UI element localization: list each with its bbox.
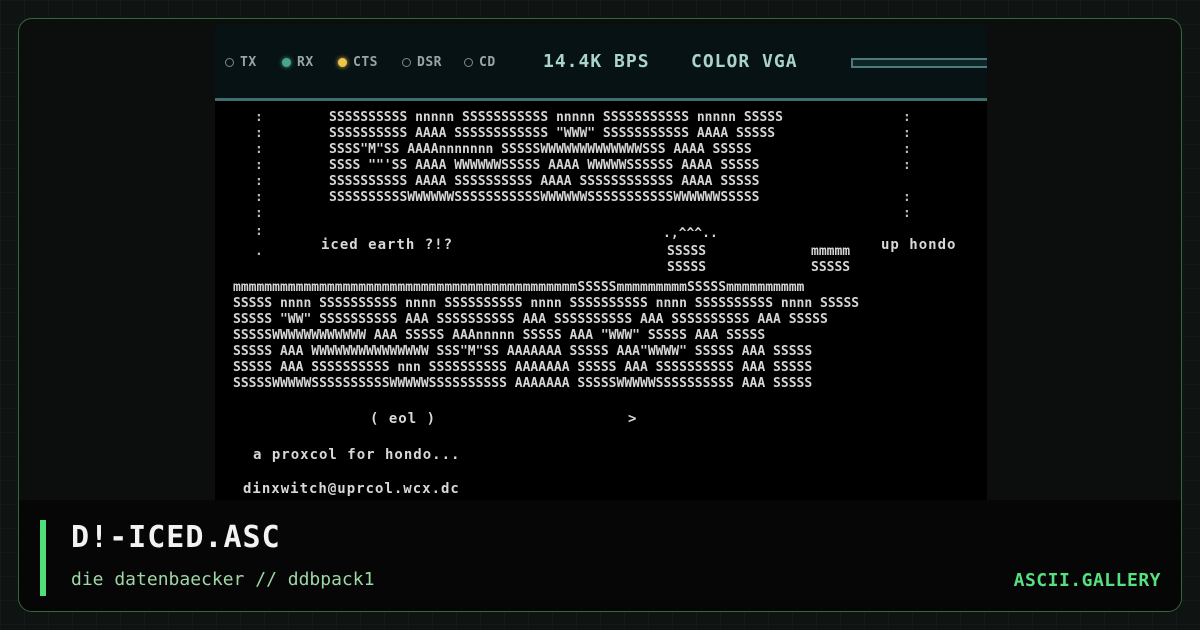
svg-text::: : (903, 142, 911, 157)
caption-text: ( eol ) (370, 411, 437, 427)
svg-text::: : (255, 126, 263, 141)
svg-text::: : (903, 110, 911, 125)
svg-text::: : (903, 190, 911, 205)
svg-text:SSSS ""'SS AAAA WWWWWWSSSSS AA: SSSS ""'SS AAAA WWWWWWSSSSS AAAA WWWWWSS… (329, 158, 760, 173)
ascii-logo-bottom: mmmmmmmmmmmmmmmmmmmmmmmmmmmmmmmmmmmmmmmm… (233, 280, 859, 391)
svg-text:.,^^^..: .,^^^.. (663, 226, 718, 241)
svg-text:.: . (255, 244, 263, 259)
svg-text:SSSSS nnnn SSSSSSSSSS nnnn SSS: SSSSS nnnn SSSSSSSSSS nnnn SSSSSSSSSS nn… (233, 296, 859, 311)
info-line-1: a proxcol for hondo... (253, 447, 461, 463)
accent-bar (40, 520, 46, 596)
svg-text:SSSSS AAA SSSSSSSSSS nnn SSSSS: SSSSS AAA SSSSSSSSSS nnn SSSSSSSSSS AAAA… (233, 360, 812, 375)
ascii-logo-top: SSSSSSSSSS nnnnn SSSSSSSSSSS nnnnn SSSSS… (255, 110, 911, 239)
svg-text:mmmmmmmmmmmmmmmmmmmmmmmmmmmmmm: mmmmmmmmmmmmmmmmmmmmmmmmmmmmmmmmmmmmmmmm… (233, 280, 805, 295)
arrow-text: > (628, 411, 638, 427)
info-line-2: dinxwitch@uprcol.wcx.dc (243, 481, 460, 497)
svg-text:SSSSSWWWWWWWWWWWW AAA SSSSS AA: SSSSSWWWWWWWWWWWW AAA SSSSS AAAnnnnn SSS… (233, 328, 765, 343)
site-brand[interactable]: ASCII.GALLERY (1014, 570, 1161, 591)
svg-text:SSSSSSSSSS AAAA SSSSSSSSSSSS ": SSSSSSSSSS AAAA SSSSSSSSSSSS "WWW" SSSSS… (329, 126, 775, 141)
artwork-subtitle: die datenbaecker // ddbpack1 (71, 569, 375, 590)
svg-text:SSSSS: SSSSS (667, 244, 706, 259)
svg-text::: : (255, 206, 263, 221)
svg-text::: : (903, 206, 911, 221)
svg-text::: : (903, 126, 911, 141)
svg-text::: : (255, 224, 263, 239)
svg-text:SSSSS: SSSSS (811, 260, 850, 275)
svg-text:mmmmm: mmmmm (811, 244, 850, 259)
ascii-art-logo: SSSSSSSSSS nnnnn SSSSSSSSSSS nnnnn SSSSS… (233, 110, 911, 391)
svg-text:SSSSS: SSSSS (667, 260, 706, 275)
svg-text:SSSSSSSSSS nnnnn SSSSSSSSSSS n: SSSSSSSSSS nnnnn SSSSSSSSSSS nnnnn SSSSS… (329, 110, 783, 125)
svg-text:SSSSSSSSSS AAAA SSSSSSSSSS AAA: SSSSSSSSSS AAAA SSSSSSSSSS AAAA SSSSSSSS… (329, 174, 760, 189)
footer-bar: D!-ICED.ASC die datenbaecker // ddbpack1… (19, 500, 1181, 611)
svg-text:SSSSSWWWWWSSSSSSSSSSWWWWWSSSSS: SSSSSWWWWWSSSSSSSSSSWWWWWSSSSSSSSSS AAAA… (233, 376, 812, 391)
svg-text::: : (255, 158, 263, 173)
svg-text::: : (255, 110, 263, 125)
svg-text:SSSSS AAA WWWWWWWWWWWWWWW SSS": SSSSS AAA WWWWWWWWWWWWWWW SSS"M"SS AAAAA… (233, 344, 812, 359)
svg-text::: : (255, 190, 263, 205)
svg-text::: : (255, 142, 263, 157)
svg-text:SSSSS "WW" SSSSSSSSSS AAA SSSS: SSSSS "WW" SSSSSSSSSS AAA SSSSSSSSSS AAA… (233, 312, 828, 327)
page-background: TX RX CTS DSR CD 14.4K BPS COLOR VGA SSS… (0, 0, 1200, 630)
card-frame: TX RX CTS DSR CD 14.4K BPS COLOR VGA SSS… (18, 18, 1182, 612)
artwork-title: D!-ICED.ASC (71, 520, 281, 555)
svg-text:SSSS"M"SS AAAAnnnnnnn SSSSSWWW: SSSS"M"SS AAAAnnnnnnn SSSSSWWWWWWWWWWWWW… (329, 142, 752, 157)
side-text: up hondo (881, 237, 957, 253)
svg-text:SSSSSSSSSSWWWWWWSSSSSSSSSSSWWW: SSSSSSSSSSWWWWWWSSSSSSSSSSSWWWWWWSSSSSSS… (329, 190, 760, 205)
tagline-text: iced earth ?!? (321, 237, 454, 253)
svg-text::: : (255, 174, 263, 189)
svg-text::: : (903, 158, 911, 173)
terminal-screen: TX RX CTS DSR CD 14.4K BPS COLOR VGA SSS… (215, 25, 987, 505)
